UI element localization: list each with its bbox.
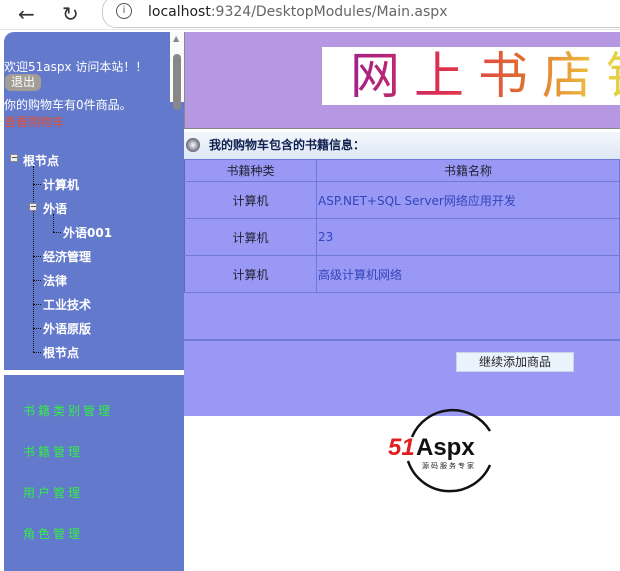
category-cell: 计算机 [184, 218, 317, 256]
url-host: localhost [148, 4, 211, 20]
book-name-cell: ASP.NET+SQL Server网络应用开发 [316, 181, 620, 219]
url-path: :9324/DesktopModules/Main.aspx [210, 4, 448, 20]
cart-panel: 书籍种类 书籍名称 计算机 ASP.NET+SQL Server网络应用开发 计算机… [184, 159, 620, 416]
tree-node[interactable]: 外语 [43, 200, 67, 217]
cart-heading: 我的购物车包含的书籍信息： [209, 138, 366, 152]
tree-node[interactable]: 计算机 [43, 176, 79, 193]
category-cell: 计算机 [184, 255, 317, 293]
logout-button[interactable]: 退出 [5, 74, 41, 91]
menu-item-books[interactable]: 书籍管理 [23, 443, 83, 460]
book-name-cell: 23 [316, 218, 620, 256]
menu-item-users[interactable]: 用户管理 [23, 484, 83, 501]
banner-title: 网上书店铺 [350, 47, 620, 105]
banner: 网上书店铺 [184, 32, 620, 129]
column-header: 书籍名称 [316, 159, 620, 182]
svg-text:51: 51 [388, 434, 415, 461]
svg-text:Aspx: Aspx [416, 434, 475, 461]
table-row: 计算机 高级计算机网络 [184, 255, 620, 293]
menu-item-roles[interactable]: 角色管理 [23, 525, 83, 542]
browser-toolbar: ← ↻ i localhost:9324/DesktopModules/Main… [0, 0, 620, 30]
scrollbar[interactable]: ▲ ▼ [170, 32, 184, 110]
cart-table: 书籍种类 书籍名称 计算机 ASP.NET+SQL Server网络应用开发 计算机… [184, 159, 620, 293]
collapse-icon[interactable]: − [29, 203, 37, 211]
url-text[interactable]: localhost:9324/DesktopModules/Main.aspx [148, 4, 447, 20]
tree-node[interactable]: 外语001 [63, 224, 112, 241]
column-header: 书籍种类 [184, 159, 317, 182]
reload-button[interactable]: ↻ [62, 2, 79, 26]
cart-info-icon [186, 138, 200, 152]
tree-node[interactable]: 法律 [43, 272, 67, 289]
tree-node[interactable]: 工业技术 [43, 296, 91, 313]
tree-node[interactable]: 根节点 [23, 152, 59, 169]
tree-node[interactable]: 外语原版 [43, 320, 91, 337]
admin-menu: 书籍类别管理 书籍管理 用户管理 角色管理 [4, 375, 184, 571]
category-cell: 计算机 [184, 181, 317, 219]
logo-subtitle: 源码服务专家 [422, 461, 476, 470]
back-button[interactable]: ← [18, 2, 35, 26]
cart-count-text: 你的购物车有0件商品。 [4, 98, 132, 112]
table-row: 计算机 ASP.NET+SQL Server网络应用开发 [184, 181, 620, 219]
book-name-cell: 高级计算机网络 [316, 255, 620, 293]
cart-heading-bar: 我的购物车包含的书籍信息： [184, 132, 620, 159]
welcome-text: 欢迎51aspx 访问本站！！ [4, 60, 148, 74]
info-icon[interactable]: i [116, 3, 132, 19]
separator [184, 339, 620, 341]
view-cart-link[interactable]: 查看购物车 [4, 113, 64, 130]
tree-node[interactable]: 根节点 [43, 344, 79, 361]
banner-image: 网上书店铺 [322, 47, 620, 105]
tree-node[interactable]: 经济管理 [43, 248, 91, 265]
continue-shopping-button[interactable]: 继续添加商品 [456, 352, 574, 372]
collapse-icon[interactable]: − [10, 154, 18, 162]
table-row: 计算机 23 [184, 218, 620, 256]
51aspx-logo: 51 Aspx 源码服务专家 [388, 408, 492, 493]
menu-item-category[interactable]: 书籍类别管理 [23, 402, 113, 419]
